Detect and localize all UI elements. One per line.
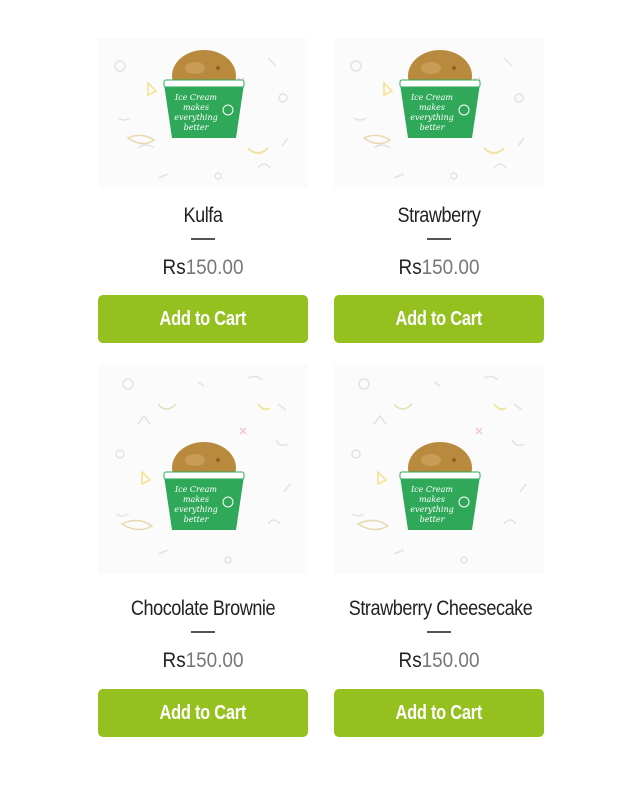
currency-symbol: Rs bbox=[162, 256, 186, 279]
add-to-cart-button[interactable]: Add to Cart bbox=[98, 295, 308, 343]
cup-text: makes bbox=[183, 495, 209, 504]
product-image[interactable]: Ice Cream makes everything better bbox=[98, 38, 308, 188]
title-divider bbox=[191, 631, 215, 633]
product-price: Rs150.00 bbox=[345, 649, 534, 673]
cup-text: better bbox=[420, 515, 446, 524]
cup-text: Ice Cream bbox=[174, 93, 217, 102]
price-amount: 150.00 bbox=[185, 649, 244, 672]
add-to-cart-label: Add to Cart bbox=[395, 701, 483, 724]
add-to-cart-label: Add to Cart bbox=[159, 307, 247, 330]
price-amount: 150.00 bbox=[185, 256, 244, 279]
product-card: Ice Cream makes everything better Strawb… bbox=[334, 38, 544, 378]
ice-cream-cup-icon: Ice Cream makes everything better bbox=[115, 375, 291, 564]
cup-text: Ice Cream bbox=[410, 93, 453, 102]
cup-text: Ice Cream bbox=[410, 485, 453, 494]
title-divider bbox=[427, 238, 451, 240]
product-title[interactable]: Chocolate Brownie bbox=[113, 597, 294, 621]
cup-text: better bbox=[184, 515, 210, 524]
title-divider bbox=[191, 238, 215, 240]
cup-text: everything bbox=[174, 505, 218, 514]
product-image[interactable]: Ice Cream makes everything better bbox=[334, 364, 544, 574]
add-to-cart-label: Add to Cart bbox=[159, 701, 247, 724]
ice-cream-cup-icon: Ice Cream makes everything better bbox=[351, 375, 527, 564]
cup-text: everything bbox=[174, 113, 218, 122]
currency-symbol: Rs bbox=[162, 649, 186, 672]
product-price: Rs150.00 bbox=[109, 256, 298, 280]
product-card: Ice Cream makes everything better Strawb… bbox=[334, 364, 544, 737]
add-to-cart-label: Add to Cart bbox=[395, 307, 483, 330]
cup-text: better bbox=[420, 123, 446, 132]
cup-text: makes bbox=[183, 103, 209, 112]
cup-text: makes bbox=[419, 103, 445, 112]
cup-text: better bbox=[184, 123, 210, 132]
product-title[interactable]: Strawberry Cheesecake bbox=[349, 597, 533, 621]
product-image[interactable]: Ice Cream makes everything better bbox=[98, 364, 308, 574]
cup-text: everything bbox=[410, 113, 454, 122]
product-image[interactable]: Ice Cream makes everything better bbox=[334, 38, 544, 188]
currency-symbol: Rs bbox=[398, 649, 422, 672]
product-title[interactable]: Strawberry bbox=[349, 204, 530, 228]
product-price: Rs150.00 bbox=[109, 649, 298, 673]
product-card: Ice Cream makes everything better Chocol… bbox=[98, 364, 308, 737]
product-grid: Ice Cream makes everything better Kulfa … bbox=[0, 0, 638, 800]
product-title[interactable]: Kulfa bbox=[113, 204, 294, 228]
add-to-cart-button[interactable]: Add to Cart bbox=[98, 689, 308, 737]
add-to-cart-button[interactable]: Add to Cart bbox=[334, 295, 544, 343]
currency-symbol: Rs bbox=[398, 256, 422, 279]
price-amount: 150.00 bbox=[421, 256, 480, 279]
cup-text: makes bbox=[419, 495, 445, 504]
ice-cream-cup-icon: Ice Cream makes everything better bbox=[114, 50, 289, 180]
cup-text: everything bbox=[410, 505, 454, 514]
price-amount: 150.00 bbox=[421, 649, 480, 672]
ice-cream-cup-icon: Ice Cream makes everything better bbox=[350, 50, 525, 180]
cup-text: Ice Cream bbox=[174, 485, 217, 494]
title-divider bbox=[427, 631, 451, 633]
product-card: Ice Cream makes everything better Kulfa … bbox=[98, 38, 308, 378]
add-to-cart-button[interactable]: Add to Cart bbox=[334, 689, 544, 737]
product-price: Rs150.00 bbox=[345, 256, 534, 280]
